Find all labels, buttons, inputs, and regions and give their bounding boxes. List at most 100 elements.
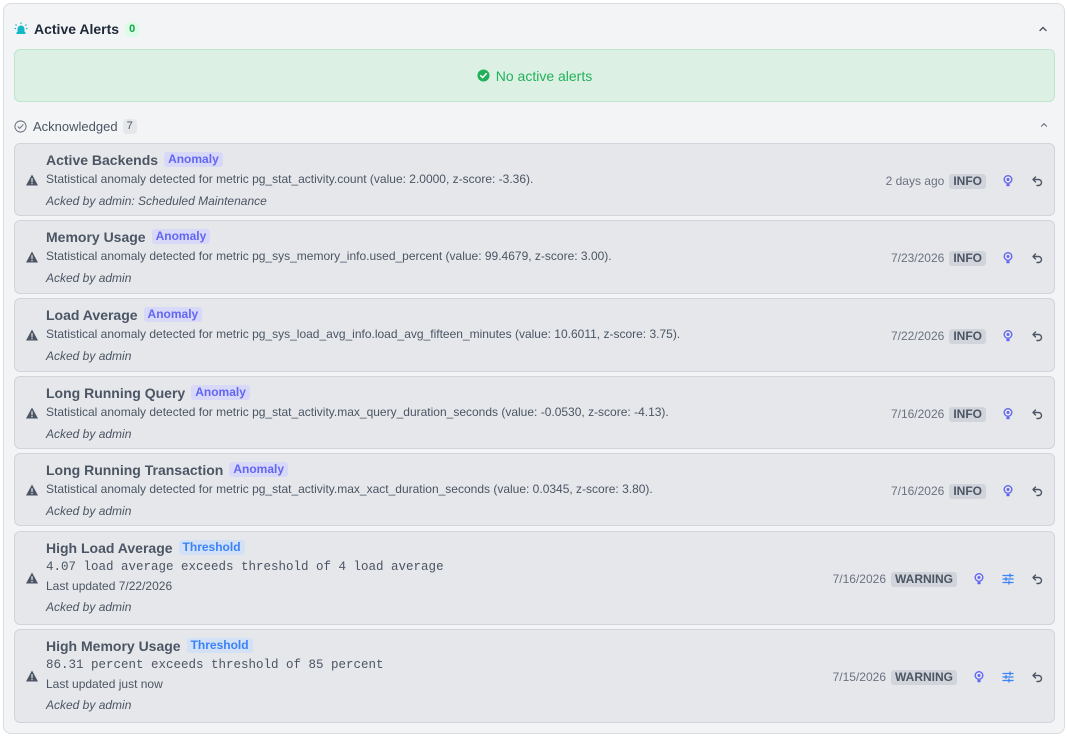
alert-name: Load Average [46, 306, 138, 323]
alert-timestamp: 2 days ago [885, 174, 945, 188]
lightbulb-icon[interactable] [972, 670, 986, 684]
alert-name: Long Running Query [46, 384, 186, 401]
alert-timestamp: 7/23/2026 [890, 251, 945, 265]
severity-badge: INFO [949, 328, 986, 344]
alert-row[interactable]: High Memory Usage Threshold 86.31 percen… [14, 629, 1055, 723]
alert-row[interactable]: Long Running Query Anomaly Statistical a… [14, 376, 1055, 449]
severity-badge: WARNING [891, 571, 957, 587]
no-active-alerts-banner: No active alerts [14, 49, 1055, 102]
alert-name: High Memory Usage [46, 637, 181, 654]
alert-name: Memory Usage [46, 228, 146, 245]
sliders-icon[interactable] [1001, 670, 1015, 684]
alert-description: Statistical anomaly detected for metric … [46, 172, 534, 186]
alert-meta: 7/16/2026 WARNING [833, 570, 1044, 588]
alert-timestamp: 7/16/2026 [832, 572, 886, 586]
alert-body: High Memory Usage Threshold 86.31 percen… [46, 637, 734, 713]
acknowledged-label: Acknowledged [33, 118, 118, 134]
sliders-icon[interactable] [1001, 572, 1015, 586]
warning-triangle-icon [25, 173, 39, 187]
alert-acked-by: Acked by admin [46, 600, 132, 614]
severity-badge: INFO [949, 173, 986, 189]
alert-type-tag: Threshold [186, 638, 253, 653]
alert-description: Statistical anomaly detected for metric … [46, 249, 612, 263]
alert-meta: 7/16/2026 INFO [891, 482, 1044, 500]
active-alerts-title: Active Alerts [34, 21, 120, 37]
alert-description: 4.07 load average exceeds threshold of 4… [46, 560, 444, 574]
warning-triangle-icon [25, 250, 39, 264]
lightbulb-icon[interactable] [1001, 407, 1015, 421]
alert-acked-by: Acked by admin [46, 271, 132, 285]
severity-badge: INFO [949, 406, 986, 422]
undo-icon[interactable] [1030, 407, 1044, 421]
alert-acked-by: Acked by admin [46, 427, 132, 441]
alert-row[interactable]: Active Backends Anomaly Statistical anom… [14, 143, 1055, 216]
alert-meta: 7/15/2026 WARNING [833, 668, 1044, 686]
alert-name: High Load Average [46, 539, 173, 556]
alert-timestamp: 7/16/2026 [890, 484, 945, 498]
alerts-panel: Active Alerts 0 No active alerts Acknowl… [3, 3, 1065, 734]
alert-timestamp: 7/22/2026 [890, 329, 945, 343]
alert-body: Memory Usage Anomaly Statistical anomaly… [46, 228, 734, 286]
alert-row[interactable]: Load Average Anomaly Statistical anomaly… [14, 298, 1055, 372]
alert-row[interactable]: Memory Usage Anomaly Statistical anomaly… [14, 220, 1055, 294]
warning-triangle-icon [25, 406, 39, 420]
alert-body: Long Running Transaction Anomaly Statist… [46, 461, 734, 519]
alert-row[interactable]: Long Running Transaction Anomaly Statist… [14, 453, 1055, 526]
check-circle-icon [477, 69, 490, 82]
alert-meta: 7/23/2026 INFO [891, 249, 1044, 267]
alert-type-tag: Anomaly [164, 152, 223, 167]
alert-acked-by: Acked by admin [46, 504, 132, 518]
severity-badge: INFO [949, 483, 986, 499]
lightbulb-icon[interactable] [1001, 329, 1015, 343]
alert-meta: 2 days ago INFO [886, 172, 1044, 190]
alert-type-tag: Anomaly [191, 385, 250, 400]
alert-description: Statistical anomaly detected for metric … [46, 482, 653, 496]
active-alerts-count: 0 [125, 21, 140, 37]
undo-icon[interactable] [1030, 670, 1044, 684]
alert-body: High Load Average Threshold 4.07 load av… [46, 539, 734, 615]
alert-body: Load Average Anomaly Statistical anomaly… [46, 306, 734, 364]
warning-triangle-icon [25, 669, 39, 683]
alert-timestamp: 7/15/2026 [832, 670, 886, 684]
chevron-up-icon[interactable] [1036, 22, 1050, 36]
undo-icon[interactable] [1030, 251, 1044, 265]
alert-type-tag: Anomaly [229, 462, 289, 477]
alert-type-tag: Anomaly [143, 307, 203, 322]
chevron-up-icon[interactable] [1038, 119, 1050, 131]
acknowledged-count: 7 [122, 118, 137, 134]
lightbulb-icon[interactable] [972, 572, 986, 586]
warning-triangle-icon [25, 483, 39, 497]
no-active-alerts-message: No active alerts [495, 67, 593, 84]
alert-description: Statistical anomaly detected for metric … [46, 405, 669, 419]
undo-icon[interactable] [1030, 329, 1044, 343]
undo-icon[interactable] [1030, 484, 1044, 498]
lightbulb-icon[interactable] [1001, 174, 1015, 188]
undo-icon[interactable] [1030, 174, 1044, 188]
alert-name: Long Running Transaction [46, 461, 224, 478]
alert-description: Statistical anomaly detected for metric … [46, 327, 681, 341]
alert-type-tag: Anomaly [151, 229, 211, 244]
alert-body: Long Running Query Anomaly Statistical a… [46, 384, 734, 442]
lightbulb-icon[interactable] [1001, 484, 1015, 498]
alert-acked-by: Acked by admin: Scheduled Maintenance [46, 194, 267, 208]
check-circle-outline-icon [14, 119, 27, 133]
severity-badge: INFO [949, 250, 986, 266]
lightbulb-icon[interactable] [1001, 251, 1015, 265]
alert-body: Active Backends Anomaly Statistical anom… [46, 151, 734, 209]
acknowledged-header[interactable]: Acknowledged 7 [14, 117, 1054, 135]
alert-acked-by: Acked by admin [46, 349, 132, 363]
alert-name: Active Backends [46, 151, 159, 168]
alert-acked-by: Acked by admin [46, 698, 132, 712]
alert-timestamp: 7/16/2026 [890, 407, 945, 421]
active-alerts-header[interactable]: Active Alerts 0 [14, 18, 1054, 40]
warning-triangle-icon [25, 571, 39, 585]
alert-last-updated: Last updated 7/22/2026 [46, 579, 173, 593]
severity-badge: WARNING [891, 669, 957, 685]
warning-triangle-icon [25, 328, 39, 342]
alarm-icon [14, 22, 28, 36]
alert-row[interactable]: High Load Average Threshold 4.07 load av… [14, 531, 1055, 625]
undo-icon[interactable] [1030, 572, 1044, 586]
alert-meta: 7/22/2026 INFO [891, 327, 1044, 345]
alert-last-updated: Last updated just now [46, 677, 163, 691]
alert-meta: 7/16/2026 INFO [891, 405, 1044, 423]
